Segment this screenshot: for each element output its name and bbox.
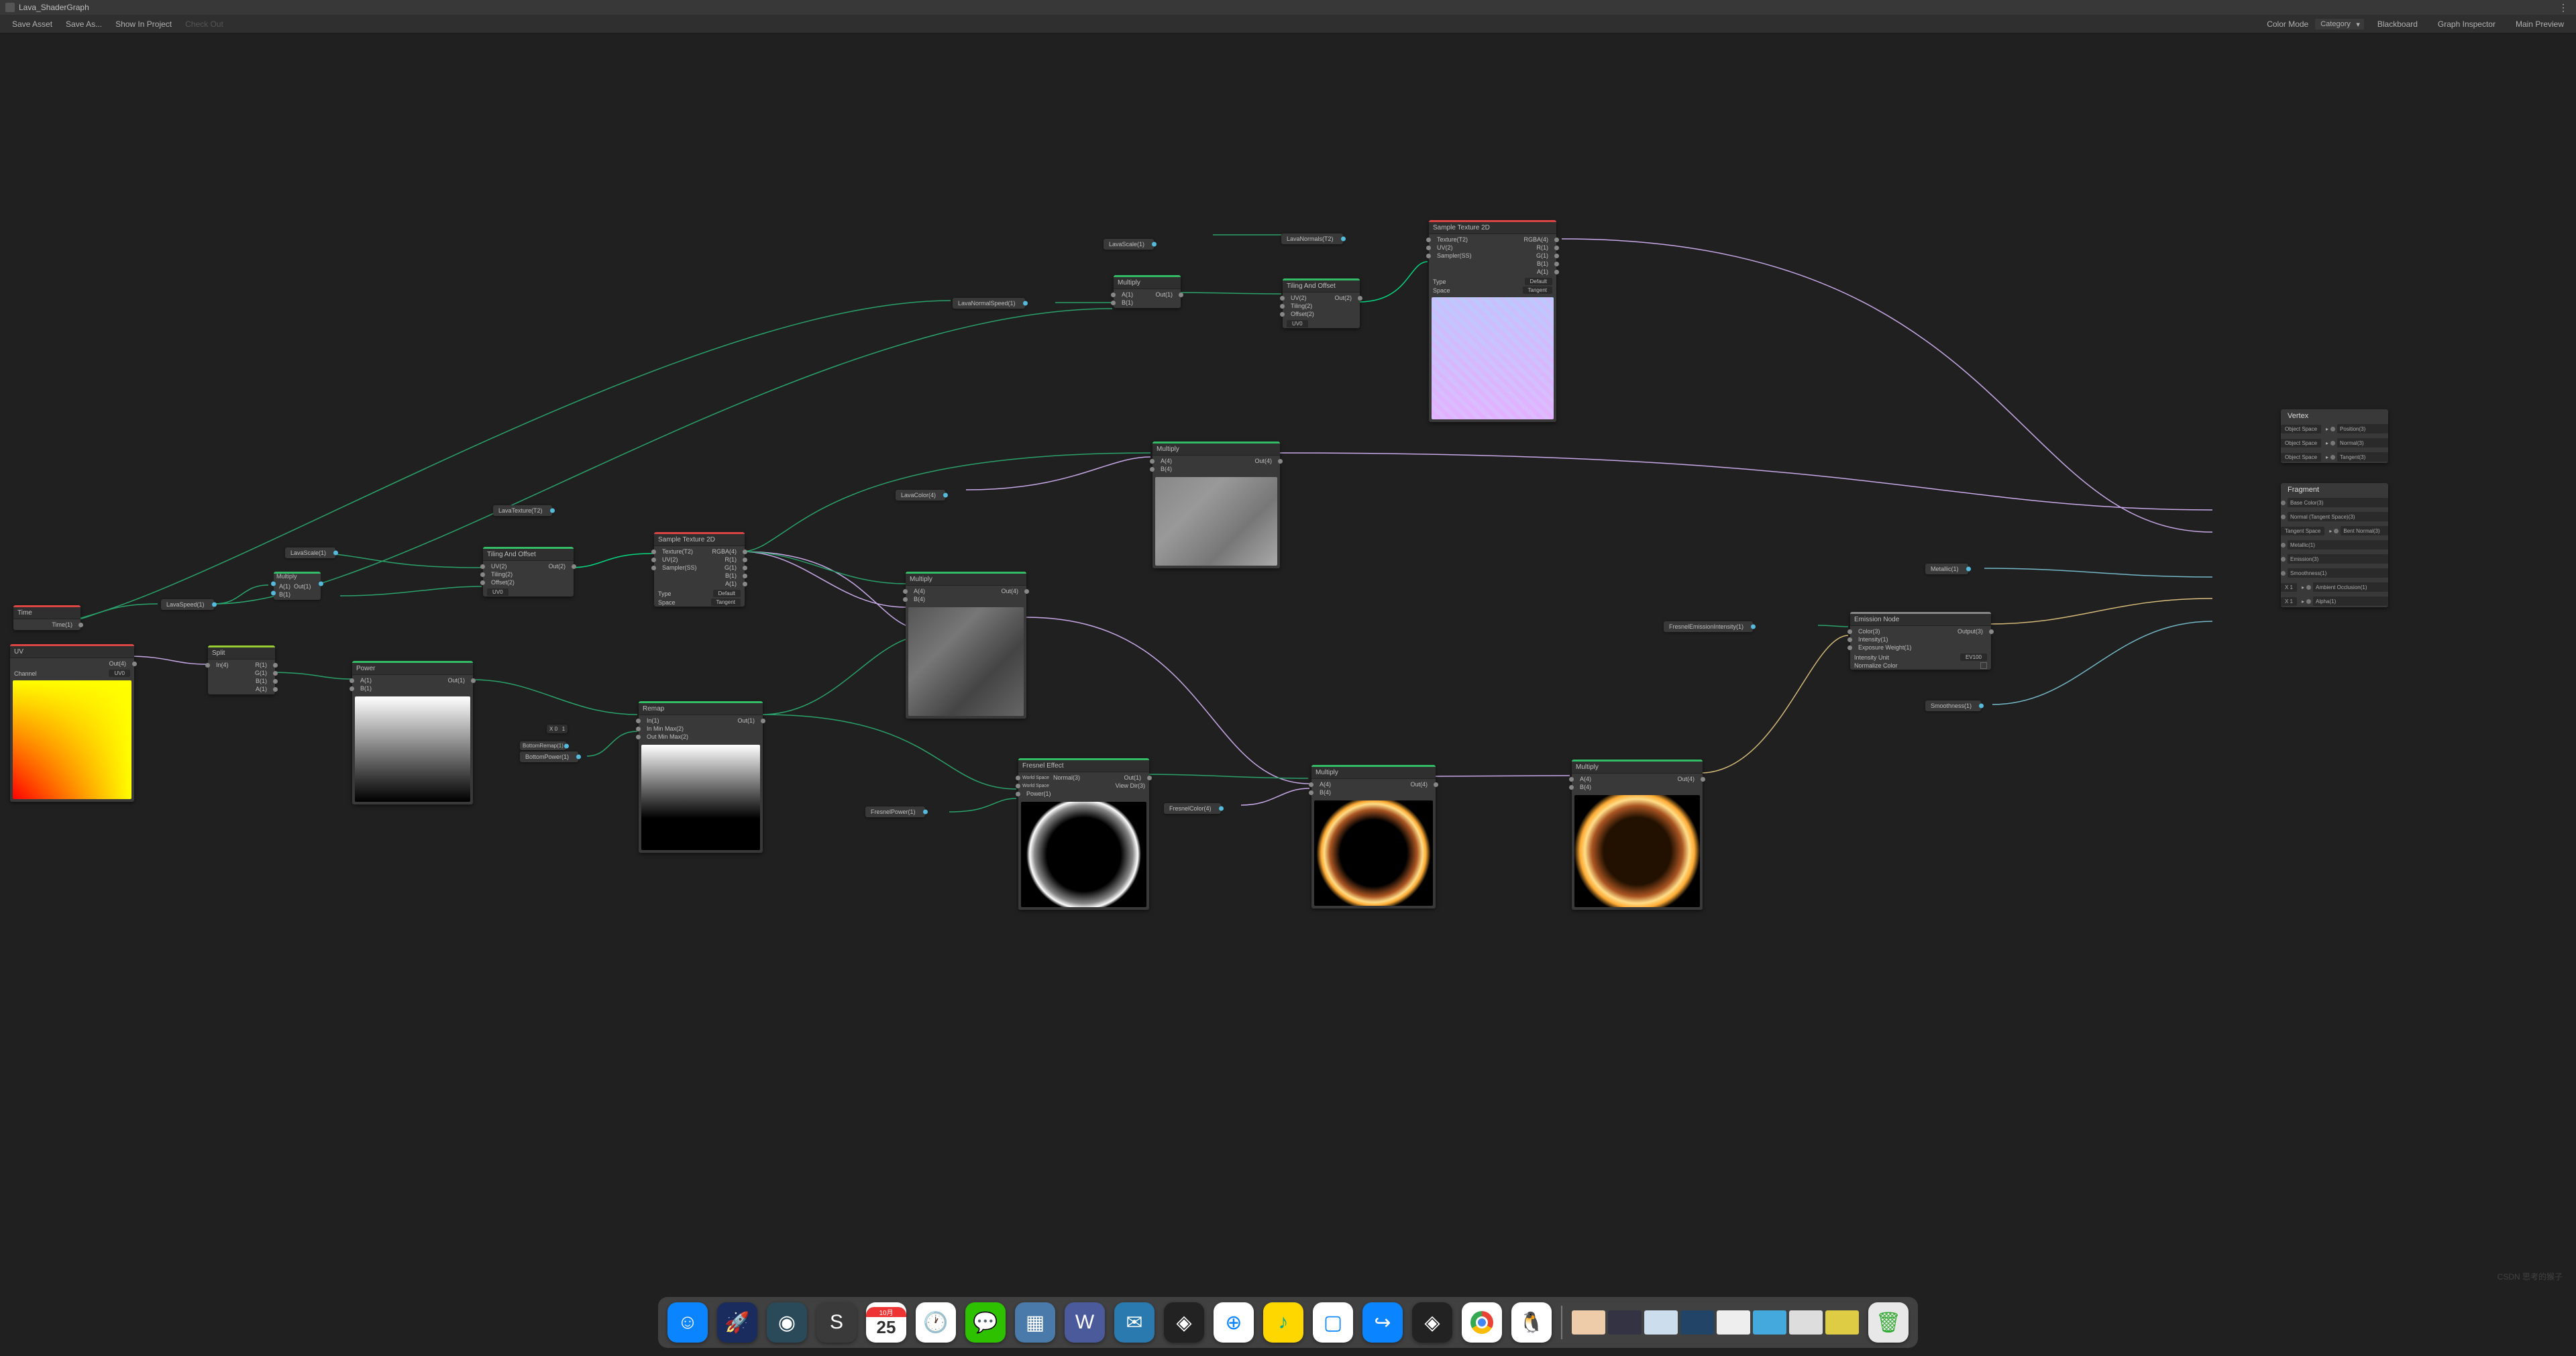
agiso-icon[interactable]: ✉ bbox=[1114, 1302, 1155, 1343]
qq-icon[interactable]: 🐧 bbox=[1511, 1302, 1552, 1343]
show-in-project-button[interactable]: Show In Project bbox=[109, 17, 178, 32]
save-asset-button[interactable]: Save Asset bbox=[5, 17, 59, 32]
save-as-button[interactable]: Save As... bbox=[59, 17, 109, 32]
trash-icon[interactable]: 🗑 bbox=[1868, 1302, 1909, 1343]
multiply-color-node[interactable]: Multiply A(4)Out(4) B(4) bbox=[1152, 441, 1280, 568]
normal-preview bbox=[1432, 297, 1554, 419]
sample-texture-1-node[interactable]: Sample Texture 2D Texture(T2)RGBA(4) UV(… bbox=[654, 532, 745, 607]
tiling-offset-1-node[interactable]: Tiling And Offset UV(2)Out(2) Tiling(2) … bbox=[483, 547, 574, 596]
graph-inspector-button[interactable]: Graph Inspector bbox=[2431, 17, 2502, 32]
unity-icon[interactable]: ◈ bbox=[1164, 1302, 1204, 1343]
app-icon-5[interactable]: ↪ bbox=[1362, 1302, 1403, 1343]
watermark: CSDN 思考的猴子 bbox=[2498, 1271, 2563, 1282]
tiling-offset-2-node[interactable]: Tiling And Offset UV(2)Out(2) Tiling(2) … bbox=[1283, 278, 1360, 328]
grey-preview-1 bbox=[1155, 477, 1277, 566]
toolbar: Save Asset Save As... Show In Project Ch… bbox=[0, 15, 2576, 34]
fresnel-color-preview bbox=[1314, 800, 1433, 906]
uv-node[interactable]: UV Out(4) ChannelUV0 bbox=[10, 644, 134, 802]
sublime-icon[interactable]: S bbox=[816, 1302, 857, 1343]
power-preview bbox=[355, 696, 470, 802]
app-icon bbox=[5, 3, 15, 12]
remap-x01-label: X 0 1 bbox=[547, 725, 568, 733]
remap-preview bbox=[641, 745, 760, 850]
app-icon-4[interactable]: ▢ bbox=[1313, 1302, 1353, 1343]
unity-hub-icon[interactable]: ◈ bbox=[1412, 1302, 1452, 1343]
graph-canvas[interactable]: Time Time(1) LavaSpeed(1) Multiply A(1) … bbox=[0, 34, 2576, 1289]
checkout-button: Check Out bbox=[178, 17, 230, 32]
grey-preview-2 bbox=[908, 607, 1024, 716]
split-node[interactable]: Split In(4)R(1) G(1) B(1) A(1) bbox=[208, 645, 275, 694]
sample-texture-2-node[interactable]: Sample Texture 2D Texture(T2)RGBA(4) UV(… bbox=[1429, 220, 1556, 422]
bottom-remap-chip[interactable]: BottomRemap(1) bbox=[520, 741, 566, 750]
chrome-icon[interactable] bbox=[1462, 1302, 1502, 1343]
calendar-icon[interactable]: 10月25 bbox=[866, 1302, 906, 1343]
fresnel-node[interactable]: Fresnel Effect World SpaceNormal(3)Out(1… bbox=[1018, 758, 1149, 910]
time-node[interactable]: Time Time(1) bbox=[13, 605, 80, 630]
lava-scale2-chip[interactable]: LavaScale(1) bbox=[285, 547, 335, 558]
blackboard-button[interactable]: Blackboard bbox=[2371, 17, 2424, 32]
app-icon-3[interactable]: ⊕ bbox=[1214, 1302, 1254, 1343]
remap-node[interactable]: Remap In(1)Out(1) In Min Max(2) Out Min … bbox=[639, 701, 763, 853]
emission-node[interactable]: Emission Node Color(3)Output(3) Intensit… bbox=[1850, 612, 1991, 670]
lava-normal-speed-chip[interactable]: LavaNormalSpeed(1) bbox=[953, 298, 1025, 309]
wps-icon[interactable]: W bbox=[1065, 1302, 1105, 1343]
fresnel-color-chip[interactable]: FresnelColor(4) bbox=[1164, 803, 1221, 814]
app-icon-1[interactable]: ◉ bbox=[767, 1302, 807, 1343]
fresnel-preview bbox=[1021, 802, 1146, 907]
lava-normals-chip[interactable]: LavaNormals(T2) bbox=[1281, 233, 1343, 244]
uv-preview bbox=[13, 680, 131, 799]
window-title: Lava_ShaderGraph bbox=[19, 3, 89, 12]
multiply-top-node[interactable]: Multiply A(1)Out(1) B(1) bbox=[1114, 275, 1181, 308]
main-preview-button[interactable]: Main Preview bbox=[2509, 17, 2571, 32]
app-icon-2[interactable]: ▦ bbox=[1015, 1302, 1055, 1343]
multiply-final-node[interactable]: Multiply A(4)Out(4) B(4) bbox=[1572, 760, 1703, 910]
lava-texture-chip[interactable]: LavaTexture(T2) bbox=[493, 505, 552, 516]
window-titlebar: Lava_ShaderGraph ⋮ bbox=[0, 0, 2576, 15]
multiply-mid-node[interactable]: Multiply A(4)Out(4) B(4) bbox=[906, 572, 1026, 719]
kebab-icon[interactable]: ⋮ bbox=[2556, 2, 2571, 13]
finder-icon[interactable]: ☺ bbox=[667, 1302, 708, 1343]
final-preview bbox=[1574, 795, 1700, 907]
master-stack[interactable]: Vertex Object Space▸Position(3) Object S… bbox=[2281, 409, 2388, 627]
macos-dock: ☺ 🚀 ◉ S 10月25 🕐 💬 ▦ W ✉ ◈ ⊕ ♪ ▢ ↪ ◈ 🐧 🗑 bbox=[0, 1289, 2576, 1356]
color-mode-label: Color Mode bbox=[2267, 19, 2308, 29]
fresnel-emission-chip[interactable]: FresnelEmissionIntensity(1) bbox=[1664, 621, 1753, 632]
smoothness-chip[interactable]: Smoothness(1) bbox=[1925, 700, 1981, 711]
bottom-power-chip[interactable]: BottomPower(1) bbox=[520, 751, 578, 762]
metallic-chip[interactable]: Metallic(1) bbox=[1925, 564, 1968, 574]
fresnel-power-chip[interactable]: FresnelPower(1) bbox=[865, 806, 925, 817]
wechat-icon[interactable]: 💬 bbox=[965, 1302, 1006, 1343]
dock-thumbnails[interactable] bbox=[1572, 1310, 1859, 1335]
lava-scale-chip[interactable]: LavaScale(1) bbox=[1104, 239, 1154, 250]
qqmusic-icon[interactable]: ♪ bbox=[1263, 1302, 1303, 1343]
lava-color-chip[interactable]: LavaColor(4) bbox=[896, 490, 945, 501]
clock-icon[interactable]: 🕐 bbox=[916, 1302, 956, 1343]
multiply-fresnel-node[interactable]: Multiply A(4)Out(4) B(4) bbox=[1311, 765, 1436, 908]
color-mode-dropdown[interactable]: Category bbox=[2315, 19, 2364, 30]
power-node[interactable]: Power A(1)Out(1) B(1) bbox=[352, 661, 473, 804]
multiply1-node[interactable]: Multiply A(1) Out(1) B(1) bbox=[274, 581, 321, 600]
lava-speed-chip[interactable]: LavaSpeed(1) bbox=[161, 599, 214, 610]
launchpad-icon[interactable]: 🚀 bbox=[717, 1302, 757, 1343]
